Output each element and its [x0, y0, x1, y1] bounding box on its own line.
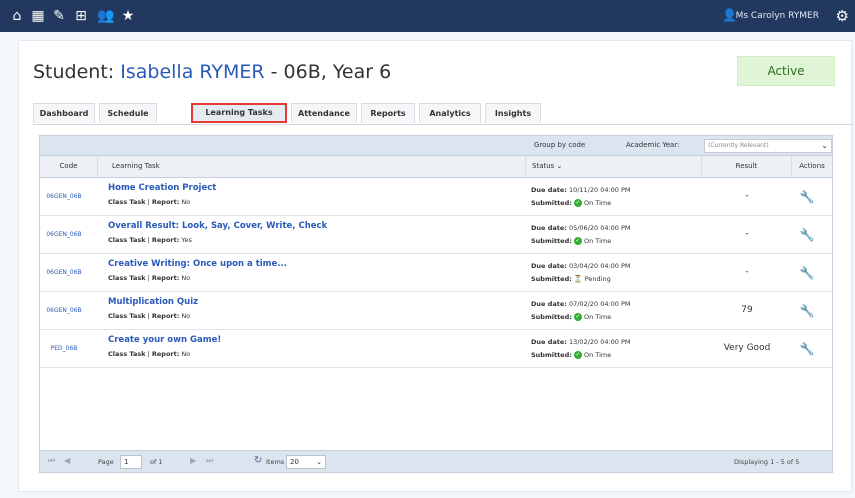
- hourglass-icon: ⏳: [573, 275, 583, 283]
- grid-header: Code Learning Task Status ⌄ Result Actio…: [40, 156, 832, 178]
- academic-year-value: (Currently Relevant): [708, 142, 769, 149]
- table-row[interactable]: 06GEN_06B Overall Result: Look, Say, Cov…: [40, 216, 832, 254]
- tab-reports[interactable]: Reports: [361, 103, 415, 123]
- first-page-icon[interactable]: ⏮: [48, 456, 55, 466]
- task-code[interactable]: 06GEN_06B: [40, 216, 88, 253]
- task-name[interactable]: Overall Result: Look, Say, Cover, Write,…: [108, 221, 327, 231]
- tab-learning-tasks[interactable]: Learning Tasks: [191, 103, 287, 123]
- tab-schedule[interactable]: Schedule: [99, 103, 157, 123]
- task-meta: Class Task | Report: Yes: [108, 236, 192, 244]
- task-code[interactable]: 06GEN_06B: [40, 178, 88, 215]
- task-result: -: [745, 229, 749, 239]
- tab-dashboard[interactable]: Dashboard: [33, 103, 95, 123]
- column-header-code[interactable]: Code: [40, 156, 98, 177]
- due-date: Due date: 07/02/20 04:00 PM: [531, 300, 631, 308]
- chevron-down-icon: ⌄: [821, 141, 828, 150]
- items-label: Items: [266, 458, 285, 466]
- page-label: Page: [98, 458, 114, 466]
- page-size-value: 20: [290, 458, 299, 466]
- check-circle-icon: ✓: [573, 313, 582, 321]
- gear-icon[interactable]: ⚙: [836, 7, 849, 25]
- task-result: 79: [741, 305, 753, 315]
- page-number-input[interactable]: 1: [120, 455, 142, 469]
- academic-year-label: Academic Year:: [626, 141, 680, 149]
- task-code[interactable]: PED_06B: [40, 330, 88, 367]
- task-name[interactable]: Creative Writing: Once upon a time...: [108, 259, 287, 269]
- refresh-icon[interactable]: ↻: [254, 455, 262, 466]
- task-code[interactable]: 06GEN_06B: [40, 292, 88, 329]
- submitted-status: Submitted: ⏳ Pending: [531, 275, 611, 283]
- task-name[interactable]: Create your own Game!: [108, 335, 221, 345]
- grid-view-icon[interactable]: ▦: [30, 8, 46, 24]
- due-date: Due date: 13/02/20 04:00 PM: [531, 338, 631, 346]
- tab-underline: [33, 124, 853, 125]
- chevron-down-icon: ⌄: [316, 458, 322, 466]
- page-count: of 1: [150, 458, 163, 466]
- wrench-icon[interactable]: 🔧: [794, 341, 820, 357]
- submitted-status: Submitted: ✓ On Time: [531, 351, 612, 359]
- tab-analytics[interactable]: Analytics: [419, 103, 481, 123]
- wrench-icon[interactable]: 🔧: [794, 189, 820, 205]
- submitted-status: Submitted: ✓ On Time: [531, 237, 612, 245]
- title-suffix: - 06B, Year 6: [270, 61, 392, 83]
- last-page-icon[interactable]: ⏭: [206, 456, 213, 466]
- table-row[interactable]: 06GEN_06B Multiplication Quiz Class Task…: [40, 292, 832, 330]
- title-prefix: Student:: [33, 61, 115, 83]
- due-date: Due date: 10/11/20 04:00 PM: [531, 186, 631, 194]
- main-card: Student: Isabella RYMER - 06B, Year 6 Ac…: [18, 40, 853, 492]
- due-date: Due date: 05/06/20 04:00 PM: [531, 224, 631, 232]
- student-name[interactable]: Isabella RYMER: [120, 61, 264, 83]
- column-header-result[interactable]: Result: [702, 156, 792, 177]
- task-result: Very Good: [723, 343, 771, 353]
- task-meta: Class Task | Report: No: [108, 312, 191, 320]
- column-header-actions: Actions: [799, 162, 825, 170]
- table-row[interactable]: 06GEN_06B Home Creation Project Class Ta…: [40, 178, 832, 216]
- column-header-learning-task[interactable]: Learning Task: [98, 156, 526, 177]
- star-icon[interactable]: ★: [120, 8, 136, 24]
- tab-attendance[interactable]: Attendance: [291, 103, 357, 123]
- page-size-select[interactable]: 20 ⌄: [286, 455, 326, 469]
- task-meta: Class Task | Report: No: [108, 274, 191, 282]
- table-icon[interactable]: ⊞: [73, 8, 89, 24]
- task-name[interactable]: Multiplication Quiz: [108, 297, 198, 307]
- displaying-count: Displaying 1 - 5 of 5: [734, 458, 800, 466]
- wrench-icon[interactable]: 🔧: [794, 265, 820, 281]
- column-header-status[interactable]: Status ⌄: [526, 156, 702, 177]
- task-code[interactable]: 06GEN_06B: [40, 254, 88, 291]
- due-date: Due date: 03/04/20 04:00 PM: [531, 262, 631, 270]
- previous-page-icon[interactable]: ◀: [64, 456, 70, 465]
- task-meta: Class Task | Report: No: [108, 198, 191, 206]
- check-circle-icon: ✓: [573, 351, 582, 359]
- next-page-icon[interactable]: ▶: [190, 456, 196, 465]
- submitted-status: Submitted: ✓ On Time: [531, 199, 612, 207]
- status-badge: Active: [737, 56, 835, 86]
- home-icon[interactable]: ⌂: [9, 8, 25, 24]
- check-circle-icon: ✓: [573, 237, 582, 245]
- task-meta: Class Task | Report: No: [108, 350, 191, 358]
- submitted-status: Submitted: ✓ On Time: [531, 313, 612, 321]
- people-icon[interactable]: 👥: [97, 8, 114, 24]
- group-by-button[interactable]: Group by code: [534, 141, 585, 149]
- wrench-icon[interactable]: 🔧: [794, 303, 820, 319]
- tab-insights[interactable]: Insights: [485, 103, 541, 123]
- user-name[interactable]: Ms Carolyn RYMER: [736, 9, 819, 23]
- academic-year-select[interactable]: (Currently Relevant) ⌄: [704, 139, 832, 153]
- task-result: -: [745, 191, 749, 201]
- task-result: -: [745, 267, 749, 277]
- wrench-icon[interactable]: 🔧: [794, 227, 820, 243]
- grid-toolbar: Group by code Academic Year: (Currently …: [40, 136, 832, 156]
- grid-pager: ⏮ ◀ Page 1 of 1 ▶ ⏭ ↻ Items 20 ⌄ Display…: [40, 450, 832, 472]
- table-row[interactable]: 06GEN_06B Creative Writing: Once upon a …: [40, 254, 832, 292]
- page-title: Student: Isabella RYMER - 06B, Year 6: [33, 61, 391, 83]
- check-circle-icon: ✓: [573, 199, 582, 207]
- learning-tasks-grid: Group by code Academic Year: (Currently …: [39, 135, 833, 473]
- top-navigation-bar: ⌂ ▦ ✎ ⊞ 👥 ★ 👤 Ms Carolyn RYMER ⚙: [0, 0, 855, 32]
- table-row[interactable]: PED_06B Create your own Game! Class Task…: [40, 330, 832, 368]
- pencil-icon[interactable]: ✎: [51, 8, 67, 24]
- task-name[interactable]: Home Creation Project: [108, 183, 216, 193]
